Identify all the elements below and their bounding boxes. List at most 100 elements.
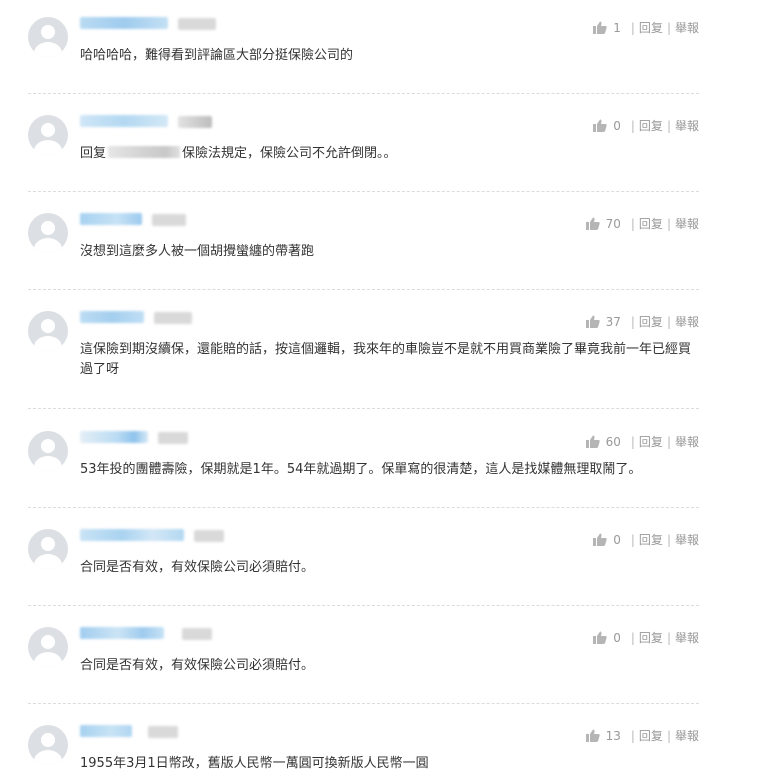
timestamp-blurred — [148, 726, 178, 738]
user-avatar-icon[interactable] — [28, 115, 68, 155]
separator: | — [666, 216, 671, 231]
separator: | — [666, 532, 671, 547]
report-button[interactable]: 舉報 — [675, 117, 699, 134]
comment-actions: 0 | 回复 | 舉報 — [593, 531, 699, 548]
comment-actions: 70 | 回复 | 舉報 — [585, 215, 699, 232]
separator: | — [666, 20, 671, 35]
thumbs-up-icon[interactable] — [593, 119, 607, 132]
reply-button[interactable]: 回复 — [639, 433, 663, 450]
divider — [28, 507, 699, 508]
like-count: 1 — [613, 20, 621, 35]
username-blurred[interactable] — [80, 17, 168, 29]
comment-text: 沒想到這麼多人被一個胡攪蠻纏的帶著跑 — [80, 244, 315, 259]
report-button[interactable]: 舉報 — [675, 215, 699, 232]
comment-text: 合同是否有效，有效保險公司必須賠付。 — [80, 560, 315, 575]
username-blurred[interactable] — [80, 213, 142, 225]
thumbs-up-icon[interactable] — [593, 631, 607, 644]
comment-item: 70 | 回复 | 舉報 沒想到這麼多人被一個胡攪蠻纏的帶著跑 — [28, 213, 699, 290]
report-button[interactable]: 舉報 — [675, 727, 699, 744]
comment-actions: 1 | 回复 | 舉報 — [593, 19, 699, 36]
comment-item: 37 | 回复 | 舉報 這保險到期沒續保，還能賠的話，按這個邏輯，我來年的車險… — [28, 311, 699, 409]
user-avatar-icon[interactable] — [28, 431, 68, 471]
divider — [28, 289, 699, 290]
comment-text: 這保險到期沒續保，還能賠的話，按這個邏輯，我來年的車險豈不是就不用買商業險了畢竟… — [80, 342, 692, 377]
like-count: 13 — [605, 728, 621, 743]
username-blurred[interactable] — [80, 627, 164, 639]
separator: | — [666, 118, 671, 133]
user-avatar-icon[interactable] — [28, 213, 68, 253]
report-button[interactable]: 舉報 — [675, 313, 699, 330]
separator: | — [666, 728, 671, 743]
reply-button[interactable]: 回复 — [639, 19, 663, 36]
thumbs-up-icon[interactable] — [585, 315, 600, 328]
user-avatar-icon[interactable] — [28, 529, 68, 569]
separator: | — [630, 20, 635, 35]
reply-prefix: 回复 — [80, 146, 107, 161]
comment-item: 0 | 回复 | 舉報 合同是否有效，有效保險公司必須賠付。 — [28, 529, 699, 606]
comment-actions: 13 | 回复 | 舉報 — [585, 727, 699, 744]
like-count: 37 — [605, 314, 621, 329]
comment-text: 53年投的團體壽險，保期就是1年。54年就過期了。保單寫的很清楚，這人是找媒體無… — [80, 462, 642, 477]
comment-actions: 60 | 回复 | 舉報 — [585, 433, 699, 450]
thumbs-up-icon[interactable] — [593, 21, 607, 34]
comment-item: 60 | 回复 | 舉報 53年投的團體壽險，保期就是1年。54年就過期了。保單… — [28, 431, 699, 508]
timestamp-blurred — [194, 530, 224, 542]
comment-text: 回复 保險法規定，保險公司不允許倒閉。。 — [80, 144, 690, 164]
thumbs-up-icon[interactable] — [593, 533, 607, 546]
reply-button[interactable]: 回复 — [639, 313, 663, 330]
thumbs-up-icon[interactable] — [585, 435, 600, 448]
like-count: 0 — [613, 118, 621, 133]
timestamp-blurred — [182, 628, 212, 640]
user-avatar-icon[interactable] — [28, 725, 68, 765]
divider — [28, 93, 699, 94]
separator: | — [630, 314, 635, 329]
reply-button[interactable]: 回复 — [639, 629, 663, 646]
comment-item: 0 | 回复 | 舉報 合同是否有效，有效保險公司必須賠付。 — [28, 627, 699, 704]
reply-button[interactable]: 回复 — [639, 727, 663, 744]
separator: | — [630, 630, 635, 645]
comment-actions: 37 | 回复 | 舉報 — [585, 313, 699, 330]
separator: | — [630, 728, 635, 743]
separator: | — [630, 118, 635, 133]
separator: | — [630, 216, 635, 231]
user-avatar-icon[interactable] — [28, 17, 68, 57]
reply-button[interactable]: 回复 — [639, 117, 663, 134]
report-button[interactable]: 舉報 — [675, 433, 699, 450]
comment-actions: 0 | 回复 | 舉報 — [593, 117, 699, 134]
like-count: 60 — [605, 434, 621, 449]
thumbs-up-icon[interactable] — [585, 217, 600, 230]
comment-text: 合同是否有效，有效保險公司必須賠付。 — [80, 658, 315, 673]
report-button[interactable]: 舉報 — [675, 531, 699, 548]
separator: | — [666, 630, 671, 645]
replied-username-blurred[interactable] — [108, 146, 181, 158]
user-avatar-icon[interactable] — [28, 311, 68, 351]
divider — [28, 408, 699, 409]
separator: | — [630, 532, 635, 547]
timestamp-blurred — [178, 18, 216, 30]
username-blurred[interactable] — [80, 529, 184, 541]
comment-item: 0 | 回复 | 舉報 回复 保險法規定，保險公司不允許倒閉。。 — [28, 115, 699, 192]
separator: | — [630, 434, 635, 449]
username-blurred[interactable] — [80, 115, 168, 127]
username-blurred[interactable] — [80, 311, 144, 323]
username-blurred[interactable] — [80, 431, 148, 443]
divider — [28, 605, 699, 606]
comment-item: 1 | 回复 | 舉報 哈哈哈哈，難得看到評論區大部分挺保險公司的 — [28, 17, 699, 94]
timestamp-blurred — [152, 214, 186, 226]
reply-button[interactable]: 回复 — [639, 215, 663, 232]
report-button[interactable]: 舉報 — [675, 19, 699, 36]
username-blurred[interactable] — [80, 725, 132, 737]
comment-item: 13 | 回复 | 舉報 1955年3月1日幣改，舊版人民幣一萬圓可換新版人民幣… — [28, 725, 699, 782]
separator: | — [666, 314, 671, 329]
thumbs-up-icon[interactable] — [585, 729, 600, 742]
like-count: 70 — [605, 216, 621, 231]
report-button[interactable]: 舉報 — [675, 629, 699, 646]
comment-text: 1955年3月1日幣改，舊版人民幣一萬圓可換新版人民幣一圓 — [80, 756, 429, 771]
like-count: 0 — [613, 532, 621, 547]
reply-body: 保險法規定，保險公司不允許倒閉。。 — [182, 146, 397, 161]
reply-button[interactable]: 回复 — [639, 531, 663, 548]
timestamp-blurred — [178, 116, 212, 128]
user-avatar-icon[interactable] — [28, 627, 68, 667]
timestamp-blurred — [158, 432, 188, 444]
comment-text: 哈哈哈哈，難得看到評論區大部分挺保險公司的 — [80, 48, 354, 63]
